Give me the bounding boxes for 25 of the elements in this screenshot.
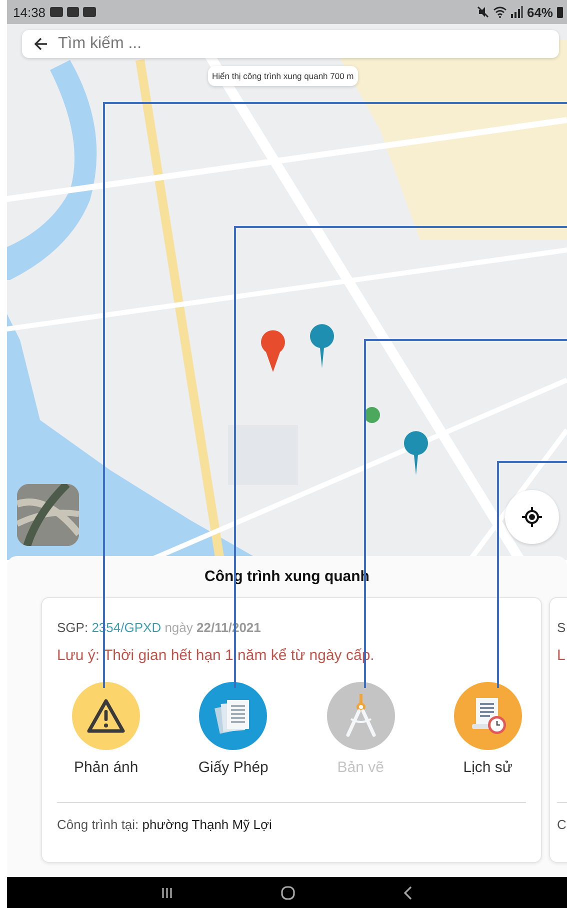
search-bar[interactable]: Tìm kiếm ... (22, 30, 559, 58)
permit-label: SGP: (57, 620, 88, 635)
clock: 14:38 (13, 4, 46, 20)
notification-icons (50, 6, 98, 18)
search-field[interactable]: Tìm kiếm ... (58, 35, 547, 53)
expiry-note: L (557, 647, 566, 664)
battery-icon (557, 6, 563, 18)
home-icon[interactable] (281, 886, 295, 900)
back-icon[interactable] (403, 886, 413, 900)
signal-icon (510, 6, 523, 18)
mute-icon (476, 6, 489, 18)
wifi-icon (492, 6, 507, 18)
warning-icon (86, 698, 126, 734)
location-value: phường Thạnh Mỹ Lợi (142, 817, 272, 832)
permit-label: S (557, 620, 566, 635)
location-label: C (557, 817, 566, 832)
radius-tooltip: Hiển thị công trình xung quanh 700 m (208, 66, 358, 86)
back-arrow-icon[interactable] (34, 37, 48, 51)
map-layer-button[interactable] (17, 484, 79, 546)
locate-icon (521, 506, 543, 528)
recent-apps-icon[interactable] (161, 886, 173, 898)
date-label: ngày (164, 620, 193, 635)
permit-card[interactable]: S L C (549, 597, 567, 863)
battery-percent: 64% (526, 4, 553, 20)
location-label: Công trình tại: (57, 817, 139, 832)
